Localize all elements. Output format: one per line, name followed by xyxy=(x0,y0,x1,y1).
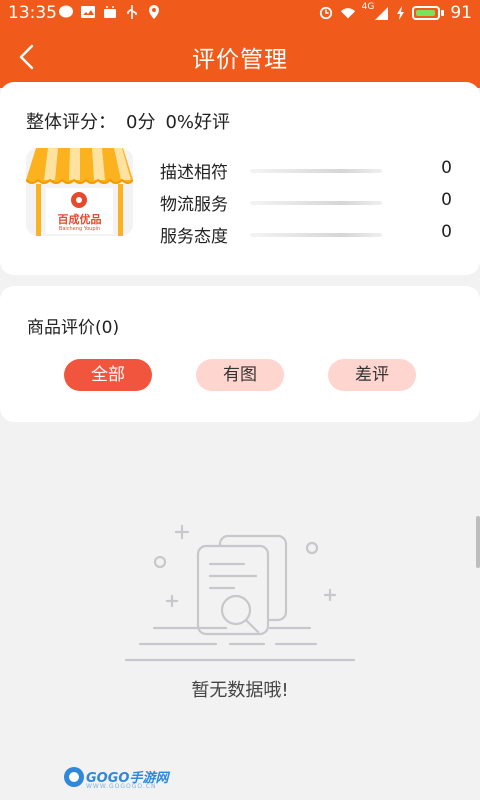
rating-bar xyxy=(250,233,382,237)
message-icon xyxy=(59,5,73,18)
page-title: 评价管理 xyxy=(192,47,288,73)
rating-summary-card: 整体评分： 0分 0%好评 百成优品 Baicheng Youpin 描述相符 0 … xyxy=(0,82,480,275)
scroll-handle[interactable] xyxy=(476,516,480,568)
status-right: 4G 91 xyxy=(318,2,472,23)
filter-all-button[interactable]: 全部 xyxy=(64,359,152,391)
watermark-logo: GOGO手游网 WWW.GOGOGO.CN xyxy=(62,765,172,791)
status-left-icons xyxy=(58,5,162,19)
battery-icon xyxy=(412,6,441,20)
rating-value: 0 xyxy=(441,222,452,242)
rating-bar xyxy=(250,169,382,173)
logo-text: 百成优品 xyxy=(57,213,102,226)
rating-label: 服务态度 xyxy=(160,227,228,247)
location-icon xyxy=(149,5,159,19)
rating-label: 物流服务 xyxy=(160,195,228,215)
empty-document-search-icon xyxy=(124,524,356,662)
positive-rate: 0%好评 xyxy=(165,112,231,133)
image-icon xyxy=(81,6,95,18)
charging-icon xyxy=(397,6,405,20)
logo-subtext: Baicheng Youpin xyxy=(58,226,101,232)
status-time: 13:35 xyxy=(8,3,57,23)
battery-nub xyxy=(441,10,445,16)
reviews-card: 商品评价(0) 全部 有图 差评 xyxy=(0,286,480,422)
rating-row-logistics: 物流服务 0 xyxy=(160,190,460,215)
reviews-heading: 商品评价(0) xyxy=(27,318,120,338)
rating-bar xyxy=(250,201,382,205)
title-bar: 评价管理 xyxy=(0,26,480,88)
watermark-subtext: WWW.GOGOGO.CN xyxy=(86,783,157,790)
rating-row-description: 描述相符 0 xyxy=(160,158,460,183)
filter-negative-button[interactable]: 差评 xyxy=(328,359,416,391)
overall-rating: 整体评分： 0分 0%好评 xyxy=(26,108,240,134)
alarm-icon xyxy=(319,6,332,20)
network-type: 4G xyxy=(361,2,375,12)
rating-value: 0 xyxy=(441,190,452,210)
filter-with-images-button[interactable]: 有图 xyxy=(196,359,284,391)
empty-state-message: 暂无数据哦! xyxy=(191,680,289,701)
rating-label: 描述相符 xyxy=(160,163,228,183)
overall-label: 整体评分： xyxy=(26,112,116,133)
shop-logo: 百成优品 Baicheng Youpin xyxy=(26,148,133,236)
rating-row-service: 服务态度 0 xyxy=(160,222,460,247)
usb-icon xyxy=(127,5,137,19)
wifi-icon xyxy=(340,8,355,19)
status-bar: 13:35 4G 91 xyxy=(0,0,480,26)
overall-score: 0分 xyxy=(126,112,156,133)
signal-icon xyxy=(375,7,389,20)
rating-value: 0 xyxy=(441,158,452,178)
android-icon xyxy=(104,6,116,18)
battery-level: 91 xyxy=(450,3,472,23)
